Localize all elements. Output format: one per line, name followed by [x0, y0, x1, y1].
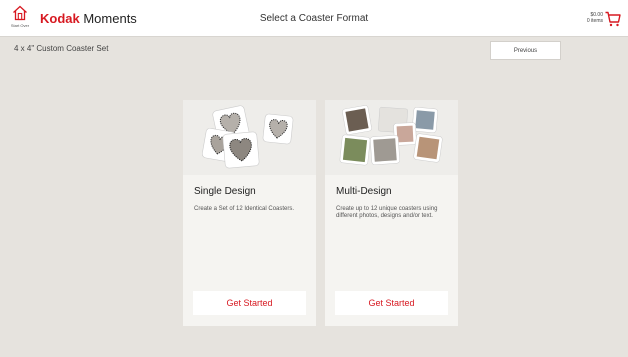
single-design-card[interactable]: Single Design Create a Set of 12 Identic… — [183, 100, 316, 326]
get-started-single-button[interactable]: Get Started — [193, 291, 306, 315]
get-started-multi-button[interactable]: Get Started — [335, 291, 448, 315]
multi-design-image — [325, 100, 458, 175]
card-description: Create up to 12 unique coasters using di… — [336, 206, 438, 219]
single-design-image — [183, 100, 316, 175]
card-title: Multi-Design — [336, 186, 392, 197]
card-description: Create a Set of 12 Identical Coasters. — [194, 206, 295, 212]
product-subtitle: 4 x 4" Custom Coaster Set — [14, 44, 109, 53]
cart-icon[interactable] — [605, 11, 621, 27]
cart-summary: $0.00 0 items — [587, 12, 603, 24]
page-title: Select a Coaster Format — [259, 13, 369, 24]
multi-design-card[interactable]: Multi-Design Create up to 12 unique coas… — [325, 100, 458, 326]
card-title: Single Design — [194, 186, 256, 197]
previous-button[interactable]: Previous — [490, 41, 561, 60]
cart-items-count: 0 items — [586, 18, 603, 24]
app-header: Start Over Kodak Moments Select a Coaste… — [0, 0, 628, 37]
